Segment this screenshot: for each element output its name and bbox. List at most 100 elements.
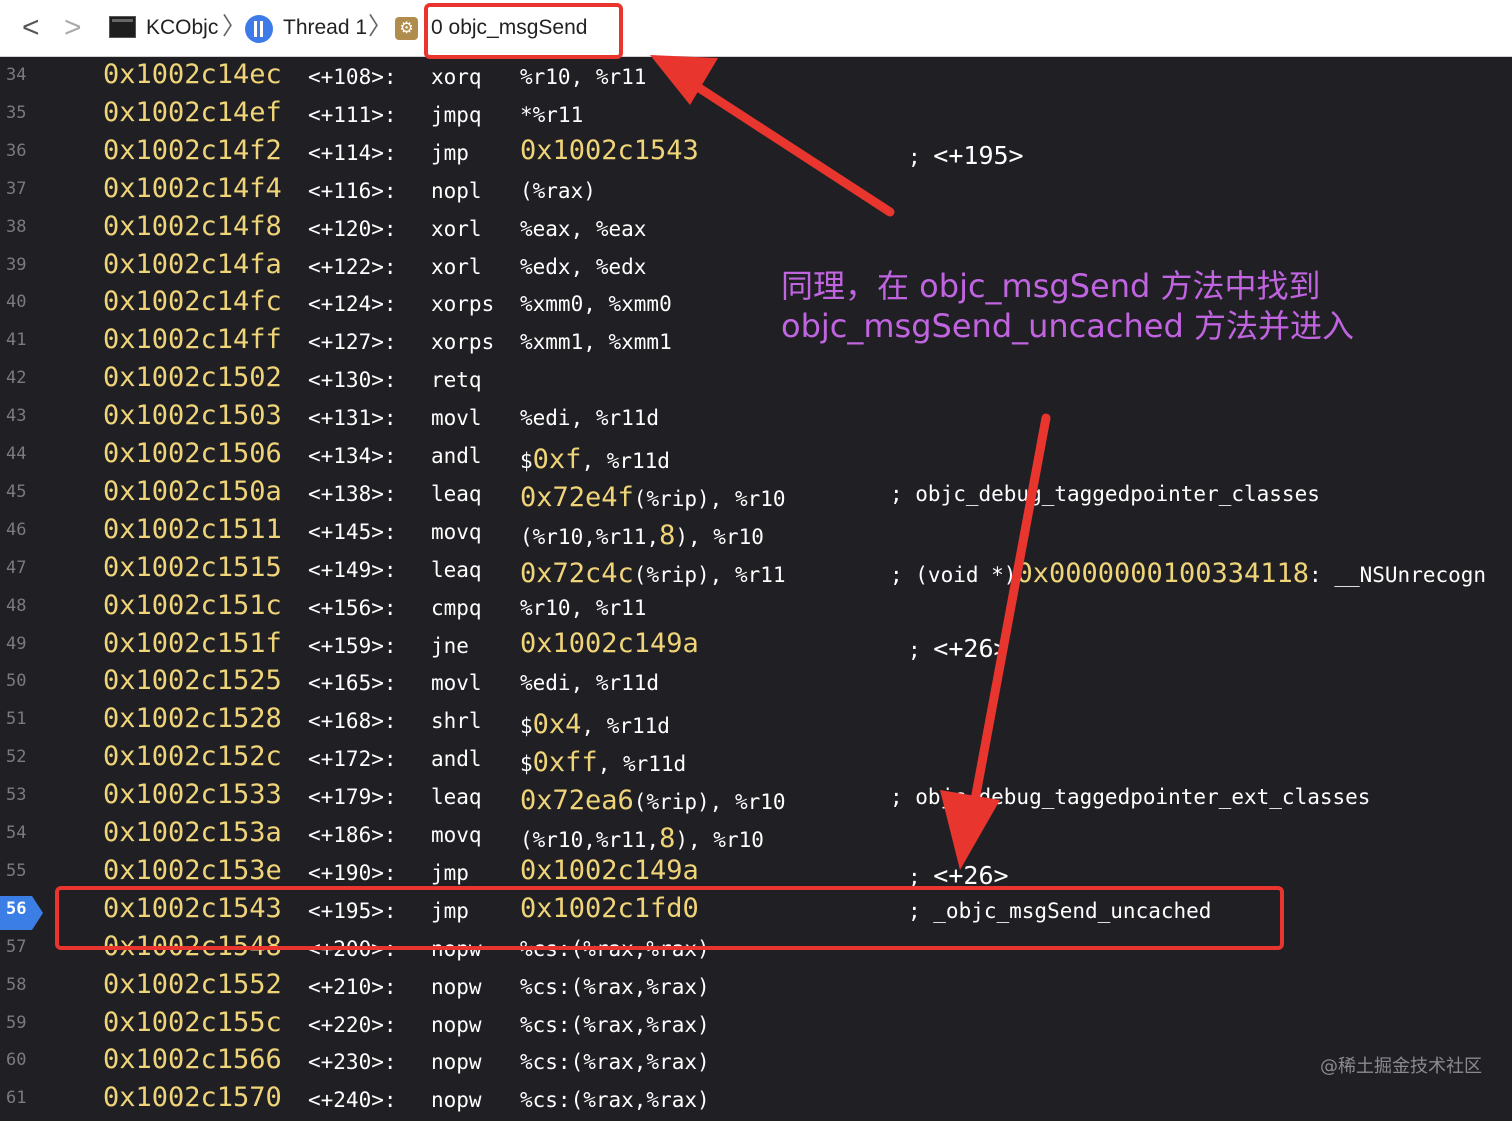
code-line[interactable]: 35 0x1002c14ef <+111>: jmpq *%r11 [0, 97, 1512, 136]
code-line[interactable]: 53 0x1002c1533 <+179>: leaq 0x72ea6(%rip), %… [0, 779, 1512, 818]
code-line[interactable]: 59 0x1002c155c <+220>: nopw %cs:(%rax,%rax) [0, 1007, 1512, 1046]
line-number[interactable]: 37 [6, 179, 30, 199]
instruction-operands: (%rax) [520, 179, 596, 203]
instruction-address: 0x1002c151f [103, 628, 282, 659]
code-line[interactable]: 45 0x1002c150a <+138>: leaq 0x72e4f(%rip), %… [0, 476, 1512, 515]
instruction-offset: <+111>: [308, 103, 397, 127]
code-line[interactable]: 46 0x1002c1511 <+145>: movq (%r10,%r11,8), %… [0, 514, 1512, 553]
line-number[interactable]: 60 [6, 1050, 30, 1070]
code-line[interactable]: 42 0x1002c1502 <+130>: retq [0, 362, 1512, 401]
immediate-value: 0x72c4c [520, 558, 634, 589]
instruction-operands: $0xff, %r11d [520, 747, 687, 778]
instruction-address: 0x1002c1566 [103, 1044, 282, 1075]
instruction-offset: <+127>: [308, 330, 397, 354]
line-number[interactable]: 61 [6, 1088, 30, 1108]
line-number[interactable]: 57 [6, 937, 30, 957]
line-number[interactable]: 38 [6, 217, 30, 237]
line-number[interactable]: 46 [6, 520, 30, 540]
code-line[interactable]: 34 0x1002c14ec <+108>: xorq %r10, %r11 [0, 59, 1512, 98]
instruction-operands: %xmm1, %xmm1 [520, 330, 672, 354]
line-number[interactable]: 52 [6, 747, 30, 767]
instruction-operands: %eax, %eax [520, 217, 647, 241]
code-line[interactable]: 47 0x1002c1515 <+149>: leaq 0x72c4c(%rip), %… [0, 552, 1512, 591]
instruction-offset: <+186>: [308, 823, 397, 847]
line-number[interactable]: 54 [6, 823, 30, 843]
instruction-offset: <+210>: [308, 975, 397, 999]
instruction-mnemonic: shrl [431, 709, 482, 733]
line-number[interactable]: 53 [6, 785, 30, 805]
code-line[interactable]: 61 0x1002c1570 <+240>: nopw %cs:(%rax,%rax) [0, 1082, 1512, 1121]
line-number[interactable]: 35 [6, 103, 30, 123]
instruction-operands: 0x1002c149a [520, 628, 699, 659]
instruction-offset: <+116>: [308, 179, 397, 203]
code-line[interactable]: 36 0x1002c14f2 <+114>: jmp 0x1002c1543 ; <+19… [0, 135, 1512, 174]
immediate-value: 0xff [532, 747, 598, 778]
code-line[interactable]: 58 0x1002c1552 <+210>: nopw %cs:(%rax,%rax) [0, 969, 1512, 1008]
instruction-operands: %cs:(%rax,%rax) [520, 975, 710, 999]
branch-target-offset: <+26> [933, 634, 1009, 663]
line-number[interactable]: 55 [6, 861, 30, 881]
instruction-address: 0x1002c14ef [103, 97, 282, 128]
instruction-offset: <+130>: [308, 368, 397, 392]
code-line[interactable]: 37 0x1002c14f4 <+116>: nopl (%rax) [0, 173, 1512, 212]
instruction-mnemonic: cmpq [431, 596, 482, 620]
instruction-offset: <+156>: [308, 596, 397, 620]
line-number[interactable]: 59 [6, 1013, 30, 1033]
code-line[interactable]: 52 0x1002c152c <+172>: andl $0xff, %r11d [0, 741, 1512, 780]
instruction-address: 0x1002c1506 [103, 438, 282, 469]
instruction-mnemonic: leaq [431, 482, 482, 506]
instruction-comment: ; <+195> [908, 141, 1024, 170]
line-number[interactable]: 45 [6, 482, 30, 502]
instruction-comment: ; <+26> [908, 634, 1009, 663]
line-number[interactable]: 43 [6, 406, 30, 426]
instruction-mnemonic: movl [431, 671, 482, 695]
branch-target-offset: <+195> [933, 141, 1024, 170]
instruction-comment: ; (void *)0x0000000100334118: __NSUnreco… [890, 558, 1487, 589]
breadcrumb-project[interactable]: KCObjc [146, 13, 218, 43]
instruction-operands: %r10, %r11 [520, 65, 647, 89]
instruction-mnemonic: jmp [431, 861, 469, 885]
immediate-value: 0x72ea6 [520, 785, 634, 816]
instruction-offset: <+159>: [308, 634, 397, 658]
line-number[interactable]: 56 [6, 899, 30, 919]
watermark: @稀土掘金技术社区 [1320, 1056, 1482, 1077]
line-number[interactable]: 50 [6, 671, 30, 691]
line-number[interactable]: 39 [6, 255, 30, 275]
code-line[interactable]: 38 0x1002c14f8 <+120>: xorl %eax, %eax [0, 211, 1512, 250]
instruction-operands: $0xf, %r11d [520, 444, 670, 475]
frame-highlight-box [424, 3, 623, 59]
instruction-offset: <+122>: [308, 255, 397, 279]
line-number[interactable]: 42 [6, 368, 30, 388]
instruction-mnemonic: nopw [431, 1050, 482, 1074]
code-line[interactable]: 51 0x1002c1528 <+168>: shrl $0x4, %r11d [0, 703, 1512, 742]
code-line[interactable]: 49 0x1002c151f <+159>: jne 0x1002c149a ; <+26… [0, 628, 1512, 667]
line-number[interactable]: 58 [6, 975, 30, 995]
back-button[interactable]: < [22, 10, 40, 46]
code-line[interactable]: 50 0x1002c1525 <+165>: movl %edi, %r11d [0, 665, 1512, 704]
instruction-mnemonic: movl [431, 406, 482, 430]
code-line[interactable]: 54 0x1002c153a <+186>: movq (%r10,%r11,8), %… [0, 817, 1512, 856]
instruction-offset: <+172>: [308, 747, 397, 771]
line-number[interactable]: 48 [6, 596, 30, 616]
instruction-operands: %r10, %r11 [520, 596, 647, 620]
instruction-offset: <+190>: [308, 861, 397, 885]
breadcrumb-thread[interactable]: Thread 1 [283, 13, 367, 43]
code-line[interactable]: 43 0x1002c1503 <+131>: movl %edi, %r11d [0, 400, 1512, 439]
line-number[interactable]: 36 [6, 141, 30, 161]
line-number[interactable]: 44 [6, 444, 30, 464]
breadcrumb-separator: 〉 [222, 13, 246, 40]
breadcrumb-separator: 〉 [368, 13, 392, 40]
code-line[interactable]: 44 0x1002c1506 <+134>: andl $0xf, %r11d [0, 438, 1512, 477]
line-number[interactable]: 49 [6, 634, 30, 654]
instruction-comment: ; objc_debug_taggedpointer_ext_classes [890, 785, 1371, 809]
instruction-mnemonic: xorl [431, 255, 482, 279]
line-number[interactable]: 51 [6, 709, 30, 729]
line-number[interactable]: 34 [6, 65, 30, 85]
line-number[interactable]: 40 [6, 292, 30, 312]
line-number[interactable]: 47 [6, 558, 30, 578]
line-number[interactable]: 41 [6, 330, 30, 350]
instruction-address: 0x1002c14ec [103, 59, 282, 90]
code-line[interactable]: 60 0x1002c1566 <+230>: nopw %cs:(%rax,%rax) [0, 1044, 1512, 1083]
code-line[interactable]: 48 0x1002c151c <+156>: cmpq %r10, %r11 [0, 590, 1512, 629]
forward-button[interactable]: > [64, 10, 82, 46]
